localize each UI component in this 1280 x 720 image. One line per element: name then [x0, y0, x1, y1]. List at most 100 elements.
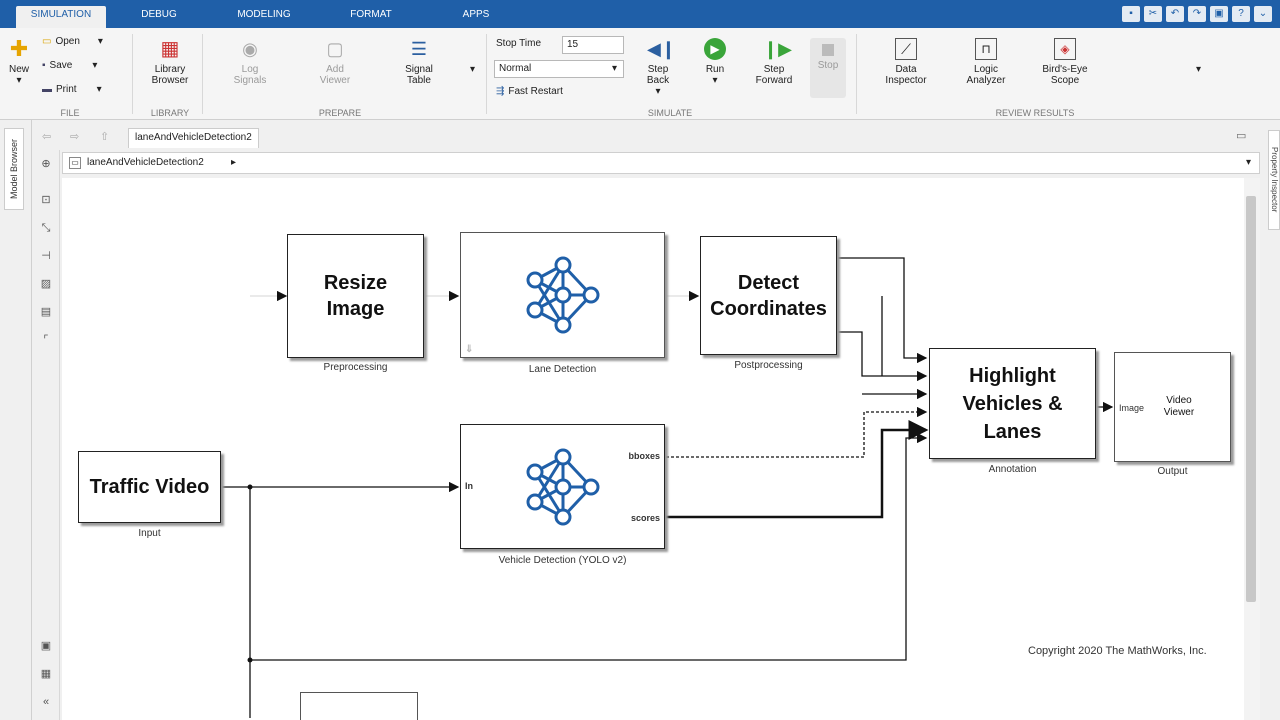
breadcrumb-arrow-icon[interactable]: ▸: [231, 153, 236, 173]
zoom-fit-icon[interactable]: ⊕: [39, 158, 53, 170]
tab-simulation[interactable]: SIMULATION: [16, 6, 106, 28]
scrollbar-thumb[interactable]: [1246, 196, 1256, 602]
tool-palette: ⊕ ⊡ ⤡ ⊣ ▨ ▤ ⌜ ▣ ▦ «: [32, 150, 60, 720]
library-browser-button[interactable]: ▦ Library Browser: [144, 38, 196, 86]
quick-access-toolbar: ▪ ✂ ↶ ↷ ▣ ? ⌄: [1122, 4, 1272, 24]
redo-icon[interactable]: ↷: [1188, 6, 1206, 22]
arrow-fit-icon[interactable]: ⤡: [39, 222, 53, 234]
vehicle-detection-block[interactable]: In bboxes scores: [460, 424, 665, 549]
signal-table-button[interactable]: ☰ Signal Table: [396, 38, 442, 86]
model-browser-tab[interactable]: Model Browser: [4, 128, 24, 210]
add-viewer-button[interactable]: ▢ Add Viewer: [310, 38, 360, 86]
open-icon: ▭: [42, 36, 52, 47]
review-expand-icon[interactable]: ▾: [1196, 64, 1201, 75]
open-label: Open: [55, 36, 80, 47]
birds-eye-scope-label: Bird's-Eye Scope: [1042, 64, 1088, 86]
left-side-panel: [0, 120, 32, 720]
simulink-window: SIMULATION DEBUG MODELING FORMAT APPS ▪ …: [0, 0, 1280, 720]
traffic-video-title: Traffic Video: [89, 476, 210, 498]
model-tab[interactable]: laneAndVehicleDetection2: [128, 128, 259, 148]
resize-image-block[interactable]: Resize Image: [287, 234, 424, 358]
neural-network-icon: [526, 448, 599, 525]
vehicle-detection-caption: Vehicle Detection (YOLO v2): [498, 555, 627, 566]
traffic-video-block[interactable]: Traffic Video: [78, 451, 221, 523]
lane-detection-block[interactable]: ⇓: [460, 232, 665, 358]
step-back-icon: ◀❙: [647, 39, 676, 59]
undo-icon[interactable]: ↶: [1166, 6, 1184, 22]
expand-icon[interactable]: ⌄: [1254, 6, 1272, 22]
input-caption: Input: [138, 528, 161, 539]
download-icon: ⇓: [465, 344, 474, 355]
step-forward-button[interactable]: ❙▶ Step Forward: [750, 38, 798, 86]
port-scores: scores: [630, 513, 660, 523]
log-signals-button[interactable]: ◉ Log Signals: [228, 38, 272, 86]
properties-icon[interactable]: ▦: [39, 668, 53, 680]
run-button[interactable]: ▶ Run ▾: [696, 38, 734, 86]
step-forward-label: Step Forward: [755, 64, 793, 86]
separator: [202, 34, 203, 114]
simulation-mode-select[interactable]: Normal ▾: [494, 60, 624, 78]
annotation-icon[interactable]: ⊣: [39, 250, 53, 262]
highlight-block[interactable]: Highlight Vehicles & Lanes: [929, 348, 1096, 459]
video-viewer-block[interactable]: Video Viewer Image: [1114, 352, 1231, 462]
neural-network-icon: [526, 256, 599, 334]
stop-time-input[interactable]: 15: [562, 36, 624, 54]
print-label: Print: [56, 84, 77, 95]
stop-button[interactable]: Stop: [810, 38, 846, 98]
breadcrumb: ▭ laneAndVehicleDetection2 ▸ ▾: [62, 152, 1260, 174]
window-icon[interactable]: ▣: [1210, 6, 1228, 22]
output-caption: Output: [1157, 466, 1188, 477]
lane-detection-caption: Lane Detection: [528, 364, 597, 375]
signal-table-label: Signal Table: [405, 64, 433, 86]
fast-restart-button[interactable]: ⇶ Fast Restart: [496, 86, 563, 97]
stop-label: Stop: [817, 60, 839, 71]
model-icon: ▭: [69, 157, 81, 169]
rectangle-icon[interactable]: ⌜: [39, 334, 53, 346]
stop-time-label: Stop Time: [496, 38, 542, 49]
log-signals-label: Log Signals: [233, 64, 267, 86]
video-viewer-title: Video Viewer: [1163, 395, 1195, 418]
copyright-text: Copyright 2020 The MathWorks, Inc.: [1028, 645, 1207, 657]
hide-icon[interactable]: ▭: [1236, 129, 1246, 142]
data-inspector-button[interactable]: ⟋ Data Inspector: [878, 38, 934, 86]
partial-block[interactable]: [300, 692, 418, 720]
area-icon[interactable]: ▤: [39, 306, 53, 318]
step-forward-icon: ❙▶: [763, 39, 792, 59]
open-button[interactable]: ▭ Open ▾: [42, 36, 103, 47]
help-icon[interactable]: ?: [1232, 6, 1250, 22]
birds-eye-scope-button[interactable]: ◈ Bird's-Eye Scope: [1034, 38, 1096, 86]
new-button[interactable]: ✚ New ▾: [4, 36, 34, 87]
tab-format[interactable]: FORMAT: [334, 6, 408, 28]
chevron-down-icon: ▾: [611, 63, 617, 74]
add-viewer-label: Add Viewer: [319, 64, 351, 86]
preprocessing-caption: Preprocessing: [323, 362, 388, 373]
run-label: Run: [705, 64, 725, 75]
screenshot-icon[interactable]: ▣: [39, 640, 53, 652]
save-icon[interactable]: ▪: [1122, 6, 1140, 22]
tab-modeling[interactable]: MODELING: [224, 6, 304, 28]
up-icon[interactable]: ⇧: [100, 130, 109, 143]
logic-analyzer-button[interactable]: ⊓ Logic Analyzer: [958, 38, 1014, 86]
save-button[interactable]: ▪ Save ▾: [42, 60, 97, 71]
tab-apps[interactable]: APPS: [448, 6, 504, 28]
image-icon[interactable]: ▨: [39, 278, 53, 290]
new-label: New: [8, 64, 29, 75]
property-inspector-tab[interactable]: Property Inspector: [1268, 130, 1280, 230]
port-bboxes: bboxes: [628, 451, 660, 461]
collapse-icon[interactable]: «: [39, 696, 53, 708]
breadcrumb-dropdown-icon[interactable]: ▾: [1246, 153, 1251, 173]
back-icon[interactable]: ⇦: [42, 130, 51, 143]
fast-restart-label: Fast Restart: [508, 86, 563, 97]
fit-view-icon[interactable]: ⊡: [39, 194, 53, 206]
breadcrumb-model-link[interactable]: laneAndVehicleDetection2: [87, 153, 204, 173]
new-icon: ✚: [9, 36, 29, 61]
forward-icon[interactable]: ⇨: [70, 130, 79, 143]
cut-icon[interactable]: ✂: [1144, 6, 1162, 22]
tab-debug[interactable]: DEBUG: [126, 6, 192, 28]
ribbon: ✚ New ▾ ▭ Open ▾ ▪ Save ▾ ▬ Print ▾ FILE ▦ Libr…: [0, 28, 1280, 120]
prepare-expand-icon[interactable]: ▾: [470, 64, 475, 75]
print-button[interactable]: ▬ Print ▾: [42, 84, 102, 95]
postprocessing-caption: Postprocessing: [734, 360, 803, 371]
detect-coordinates-block[interactable]: Detect Coordinates: [700, 236, 837, 355]
step-back-button[interactable]: ◀❙ Step Back ▾: [636, 38, 680, 97]
